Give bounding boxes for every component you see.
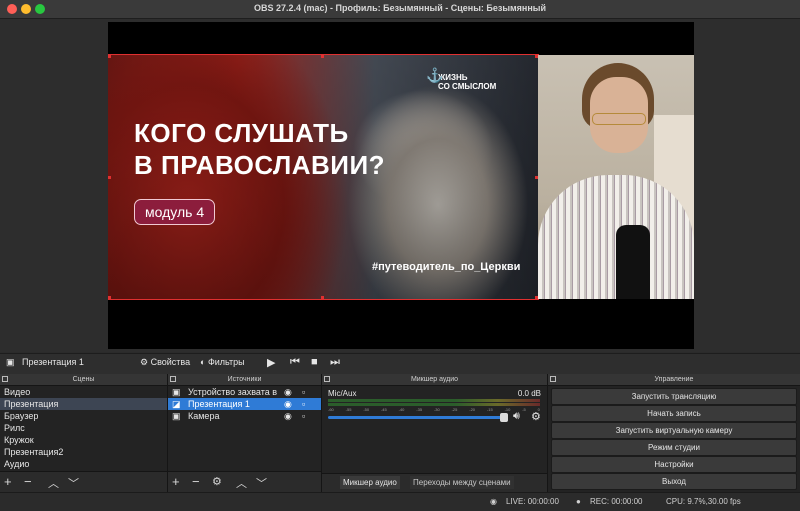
current-source-label: Презентация 1 [22, 357, 84, 367]
scene-item[interactable]: Кружок [0, 434, 167, 446]
studio-mode-button[interactable]: Режим студии [551, 439, 797, 456]
channel-db: 0.0 dB [517, 389, 541, 398]
scene-item[interactable]: Аудио [0, 458, 167, 470]
undock-icon[interactable] [170, 376, 176, 382]
play-icon[interactable]: ▶ [267, 356, 275, 369]
anchor-icon: ⚓ [426, 67, 444, 83]
scene-item[interactable]: Презентация2 [0, 446, 167, 458]
camera-icon: ▣ [172, 387, 181, 397]
camera-icon: ▣ [172, 411, 181, 421]
live-status-icon: ◉ [490, 497, 497, 506]
tab-audio-mixer[interactable]: Микшер аудио [340, 476, 400, 489]
start-virtual-camera-button[interactable]: Запустить виртуальную камеру [551, 422, 797, 439]
add-source-button[interactable]: + [172, 474, 180, 489]
volume-fader-knob[interactable] [500, 413, 508, 422]
source-toolbar: ▣ Презентация 1 ⚙ Свойства ◐ Фильтры ▶ ⏮… [0, 353, 800, 375]
undock-icon[interactable] [324, 376, 330, 382]
volume-meter [328, 399, 540, 402]
resize-handle[interactable] [321, 55, 324, 58]
source-settings-gear-icon[interactable]: ⚙ [212, 475, 222, 488]
window-capture-icon: ◪ [172, 399, 181, 409]
cpu-status: CPU: 9.7%,30.00 fps [666, 497, 741, 506]
rec-status-icon: ● [576, 497, 581, 506]
scenes-panel: Сцены Видео Презентация Браузер Рилс Кру… [0, 374, 168, 492]
mixer-title: Микшер аудио [410, 376, 459, 383]
visibility-eye-icon[interactable]: ◉ [284, 398, 292, 410]
source-list: ▣ Устройство захвата в ◉ ▫ ◪ Презентация… [168, 386, 321, 422]
resize-handle[interactable] [108, 176, 111, 179]
move-up-button[interactable]: ︿ [236, 475, 247, 491]
rec-status: REC: 00:00:00 [590, 497, 643, 506]
channel-name: Mic/Aux [328, 389, 357, 398]
scene-list: Видео Презентация Браузер Рилс Кружок Пр… [0, 386, 167, 470]
mixer-gear-icon[interactable]: ⚙ [531, 410, 541, 423]
controls-panel: Управление Запустить трансляцию Начать з… [548, 374, 800, 492]
tab-scene-transitions[interactable]: Переходы между сценами [410, 476, 514, 489]
remove-source-button[interactable]: − [192, 474, 200, 489]
move-down-button[interactable]: ﹀ [68, 475, 79, 491]
source-type-icon: ▣ [6, 357, 15, 367]
filters-button[interactable]: ◐ Фильтры [200, 357, 245, 367]
visibility-eye-icon[interactable]: ◉ [284, 386, 292, 398]
audio-mixer-panel: Микшер аудио Mic/Aux 0.0 dB -60 -55 -50 -45… [322, 374, 548, 492]
speaker-icon[interactable]: 🔊︎ [513, 410, 520, 423]
module-badge: модуль 4 [134, 199, 216, 225]
volume-fader[interactable] [328, 416, 508, 419]
scene-item[interactable]: Браузер [0, 410, 167, 422]
resize-handle[interactable] [108, 55, 111, 58]
program-canvas[interactable]: ⚓ ЖИЗНЬ СО СМЫСЛОМ КОГО СЛУШАТЬ В ПРАВОС… [108, 22, 694, 349]
sources-panel: Источники ▣ Устройство захвата в ◉ ▫ ◪ П… [168, 374, 322, 492]
scenes-title: Сцены [72, 376, 95, 383]
add-scene-button[interactable]: + [4, 474, 12, 489]
presentation-source[interactable]: ⚓ ЖИЗНЬ СО СМЫСЛОМ КОГО СЛУШАТЬ В ПРАВОС… [108, 54, 539, 300]
live-status: LIVE: 00:00:00 [506, 497, 559, 506]
window-title: OBS 27.2.4 (mac) - Профиль: Безымянный -… [253, 3, 547, 13]
start-streaming-button[interactable]: Запустить трансляцию [551, 388, 797, 405]
undock-icon[interactable] [2, 376, 8, 382]
camera-source[interactable] [538, 55, 694, 299]
restart-icon[interactable]: ⏮ [290, 356, 300, 369]
move-up-button[interactable]: ︿ [48, 475, 59, 491]
remove-scene-button[interactable]: − [24, 474, 32, 489]
visibility-eye-icon[interactable]: ◉ [284, 410, 292, 422]
resize-handle[interactable] [321, 296, 324, 299]
title-bar: OBS 27.2.4 (mac) - Профиль: Безымянный -… [0, 0, 800, 19]
undock-icon[interactable] [550, 376, 556, 382]
exit-button[interactable]: Выход [551, 473, 797, 490]
scene-item[interactable]: Презентация [0, 398, 167, 410]
controls-title: Управление [654, 376, 694, 383]
properties-button[interactable]: ⚙ Свойства [140, 357, 190, 368]
resize-handle[interactable] [108, 296, 111, 299]
meter-scale: -60 -55 -50 -45 -40 -35 -30 -25 -20 -15 -10 -5 0 [328, 407, 540, 412]
lock-icon[interactable]: ▫ [302, 398, 305, 410]
source-item[interactable]: ▣ Камера ◉ ▫ [168, 410, 321, 422]
settings-button[interactable]: Настройки [551, 456, 797, 473]
volume-meter [328, 403, 540, 406]
source-item[interactable]: ◪ Презентация 1 ◉ ▫ [168, 398, 321, 410]
lock-icon[interactable]: ▫ [302, 386, 305, 398]
lock-icon[interactable]: ▫ [302, 410, 305, 422]
slide-title: КОГО СЛУШАТЬ В ПРАВОСЛАВИИ? [134, 118, 386, 180]
stop-icon[interactable]: ■ [311, 356, 318, 368]
scene-item[interactable]: Видео [0, 386, 167, 398]
next-icon[interactable]: ⏭ [330, 356, 340, 369]
start-recording-button[interactable]: Начать запись [551, 405, 797, 422]
sources-title: Источники [227, 376, 262, 383]
brand-logo: ⚓ ЖИЗНЬ СО СМЫСЛОМ [426, 67, 497, 91]
slide-hashtag: #путеводитель_по_Церкви [372, 261, 521, 273]
scene-item[interactable]: Рилс [0, 422, 167, 434]
source-item[interactable]: ▣ Устройство захвата в ◉ ▫ [168, 386, 321, 398]
microphone-icon [616, 225, 650, 299]
status-bar: ◉ LIVE: 00:00:00 ● REC: 00:00:00 CPU: 9.… [0, 492, 800, 511]
preview-area[interactable]: ⚓ ЖИЗНЬ СО СМЫСЛОМ КОГО СЛУШАТЬ В ПРАВОС… [0, 19, 800, 352]
move-down-button[interactable]: ﹀ [256, 475, 267, 491]
